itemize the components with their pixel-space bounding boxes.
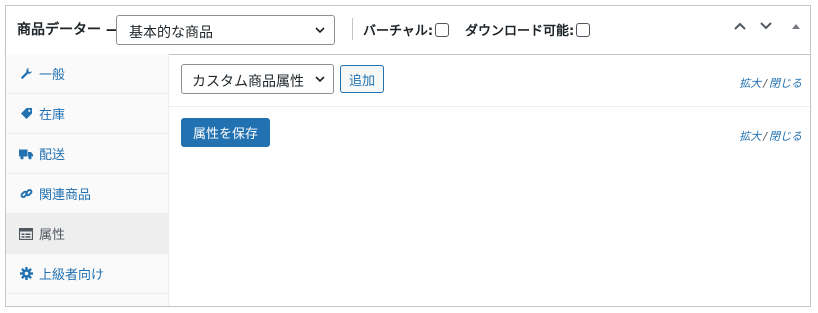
attributes-toolbar: カスタム商品属性 追加 拡大 / 閉じる	[168, 54, 810, 107]
product-type-value: 基本的な商品	[129, 25, 213, 41]
tab-advanced[interactable]: 上級者向け	[6, 254, 168, 294]
downloadable-label: ダウンロード可能:	[465, 24, 575, 39]
chevron-down-icon	[315, 27, 325, 34]
expand-close-links: 拡大 / 閉じる	[739, 75, 802, 91]
tab-attributes-label: 属性	[39, 228, 66, 243]
expand-all-link[interactable]: 拡大	[739, 77, 761, 90]
virtual-checkbox[interactable]	[435, 22, 450, 37]
tab-general-label: 一般	[39, 68, 66, 83]
attribute-select-value: カスタム商品属性	[192, 74, 304, 90]
expand-close-links-bottom: 拡大 / 閉じる	[739, 128, 802, 144]
panel-title: 商品データー —	[17, 22, 120, 38]
truck-icon	[19, 147, 33, 161]
tab-linked-products[interactable]: 関連商品	[6, 174, 168, 214]
tab-linked-products-label: 関連商品	[39, 188, 92, 203]
tag-icon	[19, 107, 33, 121]
tab-shipping[interactable]: 配送	[6, 134, 168, 174]
add-attribute-button[interactable]: 追加	[340, 65, 385, 93]
attribute-taxonomy-select[interactable]: カスタム商品属性	[181, 64, 334, 94]
move-down-icon[interactable]	[758, 18, 774, 34]
close-all-link[interactable]: 閉じる	[769, 130, 802, 143]
gear-icon	[19, 267, 33, 281]
list-view-icon	[19, 227, 33, 241]
header-divider	[352, 18, 353, 40]
expand-all-link[interactable]: 拡大	[739, 130, 761, 143]
link-separator: /	[763, 130, 767, 143]
tab-attributes[interactable]: 属性	[6, 214, 168, 254]
product-data-panel: 商品データー — 基本的な商品 バーチャル: ダウンロード可能: 一般 在庫 配…	[5, 5, 811, 307]
panel-header: 商品データー — 基本的な商品 バーチャル: ダウンロード可能:	[6, 6, 810, 55]
move-up-icon[interactable]	[732, 18, 748, 34]
product-type-select[interactable]: 基本的な商品	[116, 15, 335, 45]
save-attributes-button[interactable]: 属性を保存	[181, 118, 271, 147]
tab-advanced-label: 上級者向け	[39, 268, 105, 283]
tab-general[interactable]: 一般	[6, 54, 168, 94]
collapse-toggle-icon[interactable]	[790, 21, 802, 31]
attributes-panel: カスタム商品属性 追加 拡大 / 閉じる 属性を保存 拡大 / 閉じる	[168, 54, 810, 306]
tab-inventory-label: 在庫	[39, 108, 66, 123]
link-icon	[19, 187, 33, 201]
tab-shipping-label: 配送	[39, 148, 66, 163]
tab-inventory[interactable]: 在庫	[6, 94, 168, 134]
chevron-down-icon	[315, 76, 325, 83]
wrench-icon	[19, 67, 33, 81]
product-data-tabs: 一般 在庫 配送 関連商品 属性 上級者向け	[6, 54, 169, 306]
virtual-option[interactable]: バーチャル:	[363, 20, 450, 39]
downloadable-checkbox[interactable]	[576, 22, 591, 37]
virtual-label: バーチャル:	[363, 24, 434, 39]
close-all-link[interactable]: 閉じる	[769, 77, 802, 90]
downloadable-option[interactable]: ダウンロード可能:	[465, 20, 591, 39]
link-separator: /	[763, 77, 767, 90]
